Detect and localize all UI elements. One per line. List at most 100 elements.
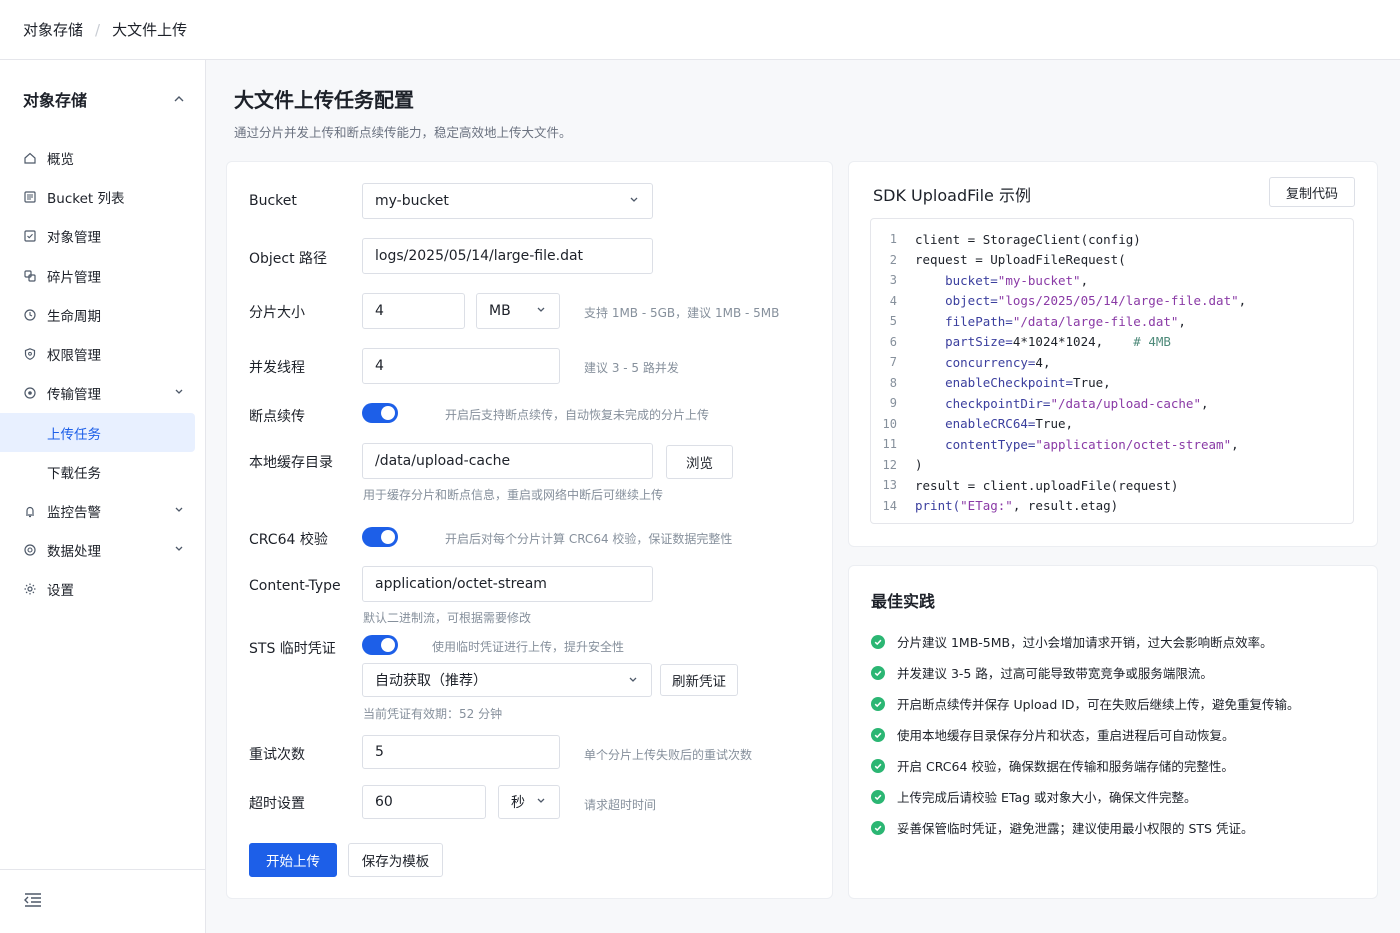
code-token: # 4MB <box>1133 334 1171 350</box>
check-circle-icon <box>871 789 885 804</box>
sidebar-subitem[interactable]: 上传任务 <box>0 413 195 453</box>
check-circle-icon <box>871 634 885 649</box>
crc64-toggle[interactable] <box>362 527 398 547</box>
line-number: 6 <box>889 334 897 349</box>
code-token: ) <box>915 457 923 473</box>
best-practice-text: 上传完成后请校验 ETag 或对象大小，确保文件完整。 <box>897 790 1197 805</box>
best-practice-text: 分片建议 1MB-5MB，过小会增加请求开销，过大会影响断点效率。 <box>897 635 1273 650</box>
code-token: 4 <box>1035 354 1043 370</box>
sidebar-item[interactable]: Bucket 列表 <box>0 177 205 216</box>
best-practice-text: 开启断点续传并保存 Upload ID，可在失败后继续上传，避免重复传输。 <box>897 697 1300 712</box>
chevron-down-icon[interactable] <box>173 385 185 401</box>
check-circle-icon <box>871 820 885 835</box>
file-icon <box>23 229 37 243</box>
sidebar-item[interactable]: 概览 <box>0 138 205 177</box>
best-practices-title: 最佳实践 <box>871 592 936 611</box>
code-token: filePath= <box>915 313 1013 329</box>
sidebar-item[interactable]: 传输管理 <box>0 374 205 413</box>
copy-code-button[interactable]: 复制代码 <box>1269 177 1355 207</box>
code-token: , <box>1065 416 1074 432</box>
line-number: 11 <box>882 437 897 452</box>
sidebar-item[interactable]: 监控告警 <box>0 491 205 530</box>
browse-button[interactable]: 浏览 <box>666 445 733 479</box>
part-size-unit-select[interactable]: MB <box>476 293 560 329</box>
breadcrumb-current: 大文件上传 <box>112 21 188 39</box>
check-circle-icon <box>871 727 885 742</box>
chevron-down-icon <box>628 193 640 209</box>
crc64-label: CRC64 校验 <box>249 532 328 548</box>
list-icon <box>23 190 37 204</box>
code-block: 1 client = StorageClient(config) 2 request … <box>870 218 1354 524</box>
line-number: 9 <box>889 396 897 411</box>
chevron-down-icon[interactable] <box>173 542 185 558</box>
content-type-input[interactable]: application/octet-stream <box>362 566 653 602</box>
chevron-down-icon[interactable] <box>173 503 185 519</box>
collapse-menu-icon[interactable] <box>23 892 43 912</box>
bucket-select[interactable]: my-bucket <box>362 183 653 219</box>
sidebar-item[interactable]: 对象管理 <box>0 217 205 256</box>
checkpoint-toggle[interactable] <box>362 403 398 423</box>
sidebar-item[interactable]: 生命周期 <box>0 295 205 334</box>
line-number: 1 <box>889 232 897 247</box>
part-size-input[interactable]: 4 <box>362 293 465 329</box>
chevron-up-icon[interactable] <box>173 90 185 109</box>
sidebar-item[interactable]: 权限管理 <box>0 334 205 373</box>
bucket-value: my-bucket <box>375 193 449 209</box>
threads-input[interactable]: 4 <box>362 348 560 384</box>
best-practice-item: 开启 CRC64 校验，确保数据在传输和服务端存储的完整性。 <box>871 756 1234 775</box>
code-token: "my-bucket" <box>997 272 1081 288</box>
sidebar-item-label: 生命周期 <box>47 308 101 325</box>
code-token: , <box>1080 272 1089 288</box>
sidebar-item-label: 传输管理 <box>47 387 101 404</box>
sidebar-item[interactable]: 数据处理 <box>0 530 205 569</box>
best-practice-text: 并发建议 3-5 路，过高可能导致带宽竞争或服务端限流。 <box>897 666 1213 681</box>
line-number: 3 <box>889 273 897 288</box>
cache-dir-value: /data/upload-cache <box>375 453 511 469</box>
sidebar-collapse[interactable] <box>0 869 205 933</box>
sidebar-item-label: 对象管理 <box>47 230 101 247</box>
start-upload-button[interactable]: 开始上传 <box>249 843 337 877</box>
line-number: 2 <box>889 252 897 267</box>
retry-hint: 单个分片上传失败后的重试次数 <box>584 748 753 762</box>
threads-hint: 建议 3 - 5 路并发 <box>584 361 679 375</box>
code-line: 11 contentType= "application/octet-stream… <box>871 434 1353 455</box>
breadcrumb-root[interactable]: 对象存储 <box>23 19 83 40</box>
retry-input[interactable]: 5 <box>362 735 560 769</box>
best-practice-item: 分片建议 1MB-5MB，过小会增加请求开销，过大会影响断点效率。 <box>871 632 1273 651</box>
sts-toggle[interactable] <box>362 635 398 655</box>
code-token: 4*1024*1024 <box>1012 334 1096 350</box>
cache-dir-input[interactable]: /data/upload-cache <box>362 443 653 479</box>
refresh-credentials-button[interactable]: 刷新凭证 <box>660 664 738 696</box>
code-line: 8 enableCheckpoint= True, <box>871 373 1353 394</box>
content-type-hint: 默认二进制流，可根据需要修改 <box>363 611 532 625</box>
check-circle-icon <box>871 696 885 711</box>
sidebar-header[interactable]: 对象存储 <box>0 60 205 138</box>
best-practice-text: 开启 CRC64 校验，确保数据在传输和服务端存储的完整性。 <box>897 759 1234 774</box>
object-path-value: logs/2025/05/14/large-file.dat <box>375 248 584 264</box>
code-token: print( <box>915 498 961 514</box>
transfer-icon <box>23 386 37 400</box>
best-practice-item: 并发建议 3-5 路，过高可能导致带宽竞争或服务端限流。 <box>871 663 1213 682</box>
code-token: request = UploadFileRequest( <box>915 252 1126 268</box>
save-template-button[interactable]: 保存为模板 <box>348 843 443 877</box>
code-token: , <box>1231 436 1239 452</box>
sidebar-item-label: 设置 <box>47 583 74 600</box>
code-token: bucket= <box>915 272 998 288</box>
object-path-input[interactable]: logs/2025/05/14/large-file.dat <box>362 238 653 274</box>
code-line: 9 checkpointDir= "/data/upload-cache", <box>871 393 1353 414</box>
code-line: 3 bucket= "my-bucket", <box>871 270 1353 291</box>
code-line: 14 print("ETag:", result.etag) <box>871 496 1353 517</box>
code-line: 13 result = client.uploadFile(request) <box>871 475 1353 496</box>
code-token: , <box>1238 293 1247 309</box>
timeout-value: 60 <box>375 794 393 810</box>
part-size-unit: MB <box>489 303 511 319</box>
sidebar-item[interactable]: 碎片管理 <box>0 256 205 295</box>
sidebar-item[interactable]: 设置 <box>0 570 205 609</box>
sidebar-subitem[interactable]: 下载任务 <box>0 452 195 491</box>
sts-mode-select[interactable]: 自动获取（推荐） <box>362 663 652 697</box>
retry-label: 重试次数 <box>249 747 305 763</box>
content-type-label: Content-Type <box>249 578 341 594</box>
sts-validity: 当前凭证有效期：52 分钟 <box>363 707 503 721</box>
timeout-input[interactable]: 60 <box>362 785 486 819</box>
timeout-unit-select[interactable]: 秒 <box>498 785 560 819</box>
